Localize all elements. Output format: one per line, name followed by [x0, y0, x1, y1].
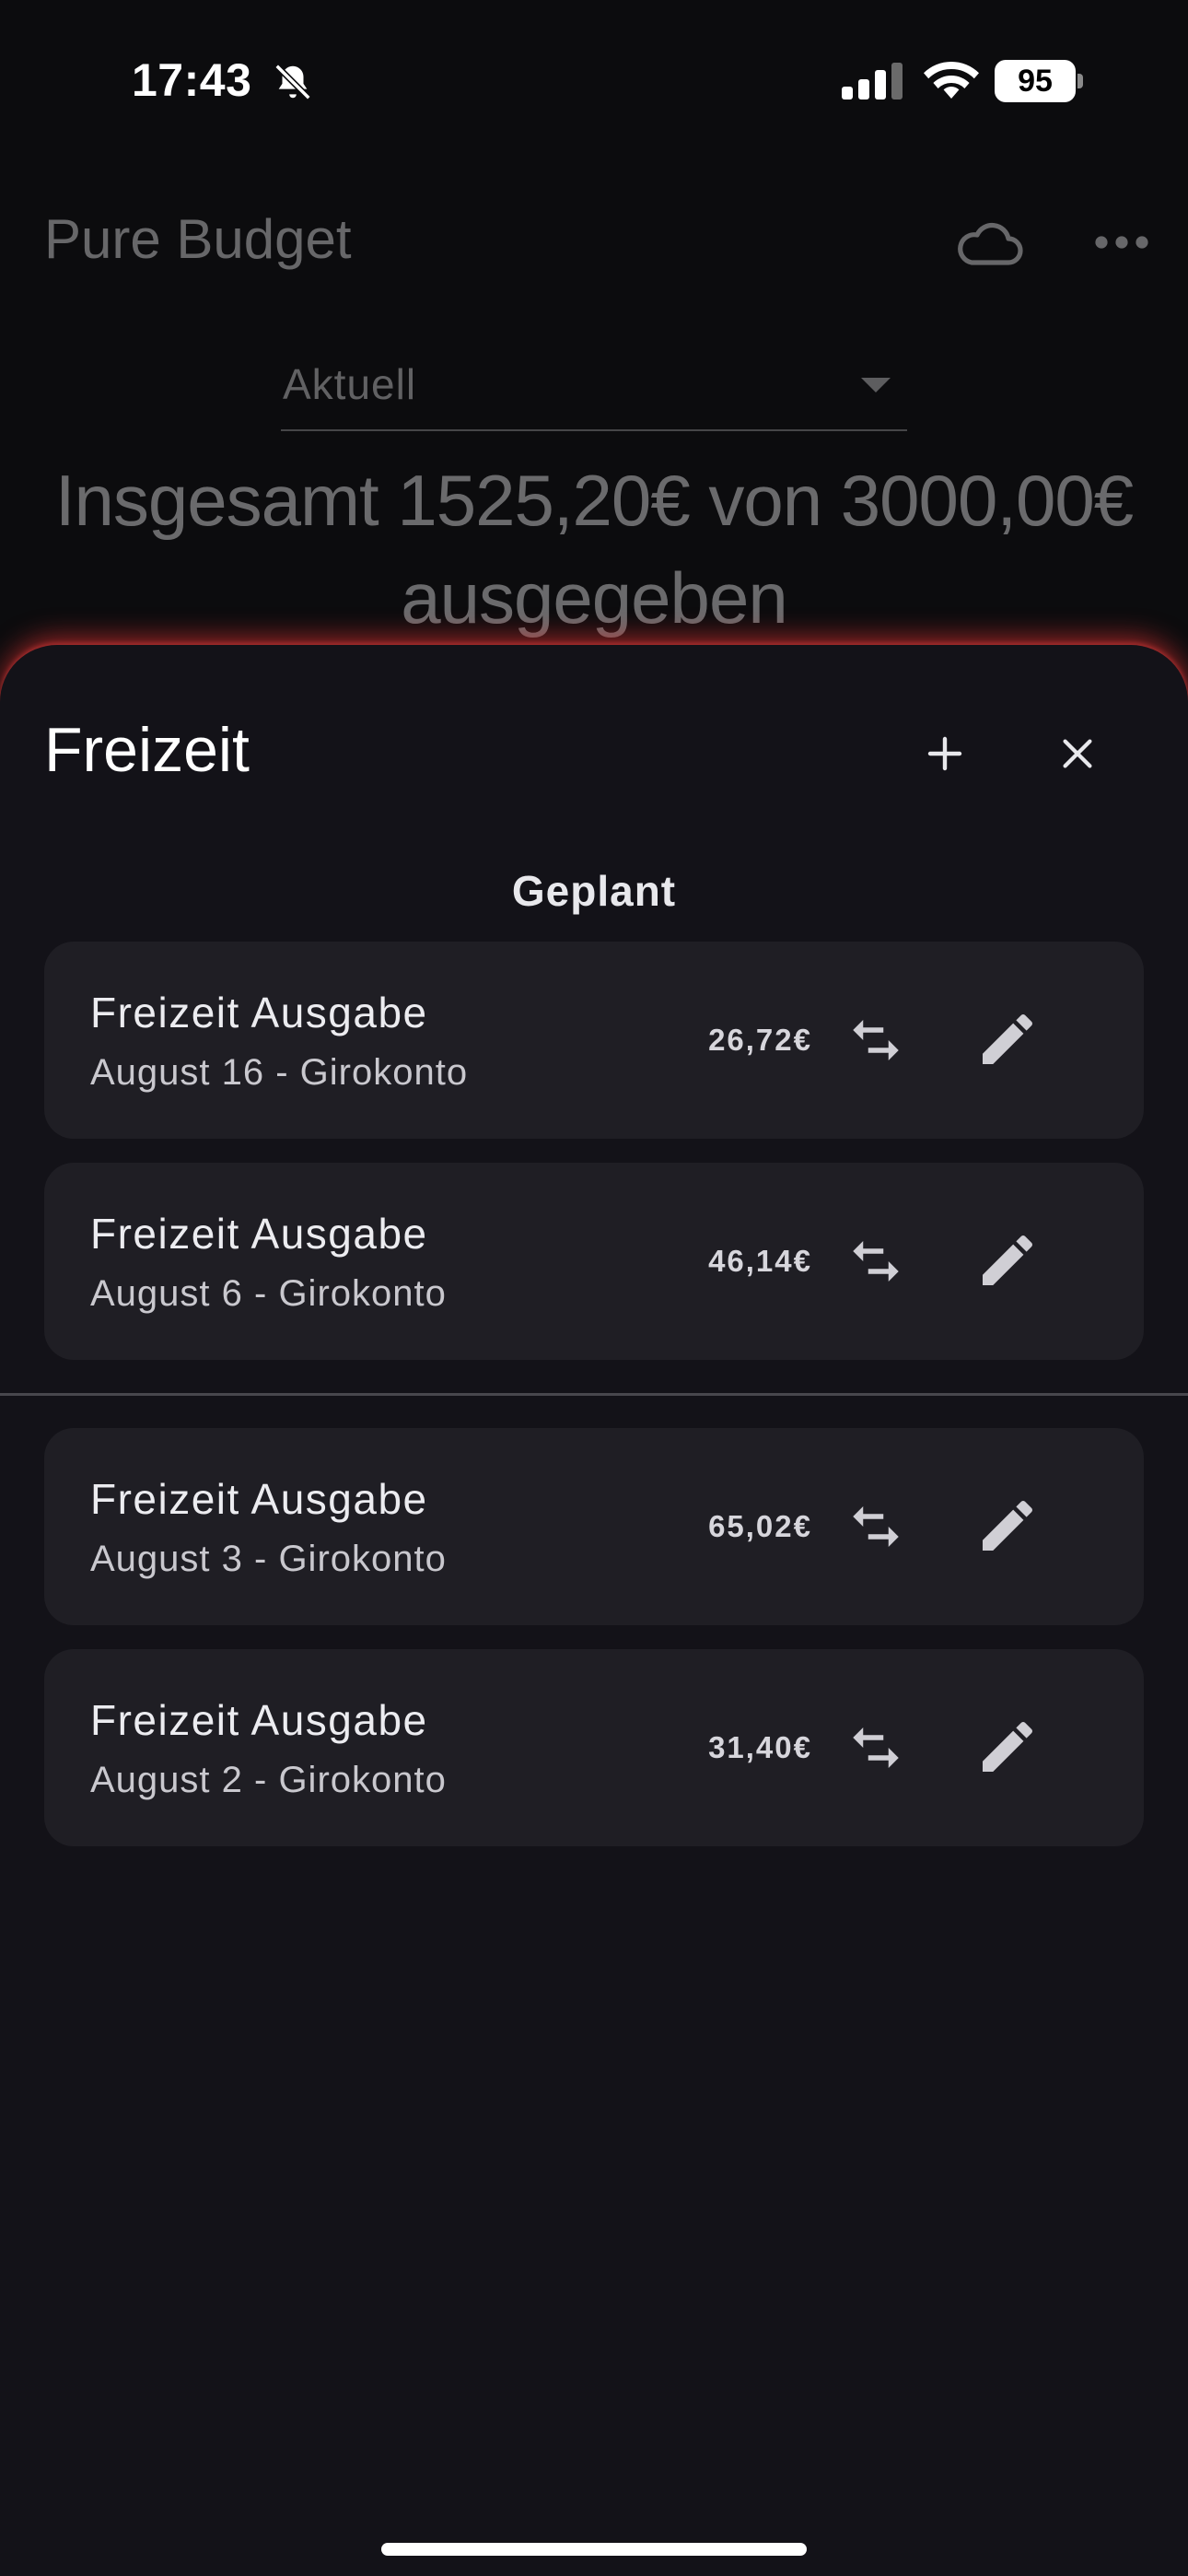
transaction-card[interactable]: Freizeit Ausgabe August 16 - Girokonto 2… — [44, 942, 1144, 1139]
transaction-amount: 46,14€ — [708, 1244, 812, 1278]
status-time: 17:43 — [132, 54, 252, 106]
transaction-card[interactable]: Freizeit Ausgabe August 6 - Girokonto 46… — [44, 1163, 1144, 1360]
cloud-icon[interactable] — [953, 217, 1023, 267]
transaction-card[interactable]: Freizeit Ausgabe August 2 - Girokonto 31… — [44, 1649, 1144, 1846]
edit-icon[interactable] — [974, 1006, 1041, 1072]
period-dropdown[interactable]: Aktuell — [281, 350, 907, 431]
add-icon — [927, 736, 962, 771]
transaction-amount: 26,72€ — [708, 1023, 812, 1057]
transaction-name: Freizeit Ausgabe — [90, 1475, 428, 1523]
transaction-amount: 65,02€ — [708, 1509, 812, 1543]
transaction-subtitle: August 6 - Girokonto — [90, 1273, 447, 1314]
transaction-amount: 31,40€ — [708, 1730, 812, 1764]
swap-icon[interactable] — [845, 1010, 906, 1071]
transaction-name: Freizeit Ausgabe — [90, 1210, 428, 1258]
transaction-subtitle: August 3 - Girokonto — [90, 1539, 447, 1579]
more-icon[interactable] — [1094, 228, 1149, 256]
swap-icon[interactable] — [845, 1231, 906, 1292]
section-title-planned: Geplant — [511, 867, 677, 915]
add-button[interactable] — [908, 717, 982, 790]
background-app: 17:43 95 Pure Budget Aktuell Insgesamt 1… — [0, 0, 1188, 700]
swap-icon[interactable] — [845, 1717, 906, 1778]
section-divider — [0, 1393, 1188, 1396]
summary-line-2: ausgegeben — [401, 557, 787, 638]
close-button[interactable] — [1041, 717, 1114, 790]
close-icon — [1063, 739, 1092, 768]
battery-level: 95 — [1018, 64, 1053, 99]
transaction-subtitle: August 2 - Girokonto — [90, 1760, 447, 1800]
status-bar: 17:43 95 — [0, 0, 1188, 161]
edit-icon[interactable] — [974, 1714, 1041, 1780]
wifi-icon — [924, 62, 979, 99]
edit-icon[interactable] — [974, 1227, 1041, 1294]
home-indicator[interactable] — [381, 2543, 807, 2556]
transaction-name: Freizeit Ausgabe — [90, 1696, 428, 1744]
sheet-title: Freizeit — [44, 715, 250, 785]
edit-icon[interactable] — [974, 1493, 1041, 1559]
summary-line-1: Insgesamt 1525,20€ von 3000,00€ — [54, 460, 1134, 541]
chevron-down-icon — [861, 378, 891, 392]
transaction-name: Freizeit Ausgabe — [90, 989, 428, 1036]
category-sheet: Freizeit Geplant Freizeit Ausgabe August… — [0, 645, 1188, 2576]
spending-summary: Insgesamt 1525,20€ von 3000,00€ ausgegeb… — [0, 451, 1188, 647]
transaction-card[interactable]: Freizeit Ausgabe August 3 - Girokonto 65… — [44, 1428, 1144, 1625]
battery-icon: 95 — [995, 60, 1083, 102]
bell-slash-icon — [274, 64, 311, 100]
signal-icon — [842, 63, 903, 100]
swap-icon[interactable] — [845, 1496, 906, 1557]
app-title: Pure Budget — [44, 208, 352, 270]
transaction-subtitle: August 16 - Girokonto — [90, 1052, 469, 1093]
period-selected: Aktuell — [283, 360, 417, 408]
